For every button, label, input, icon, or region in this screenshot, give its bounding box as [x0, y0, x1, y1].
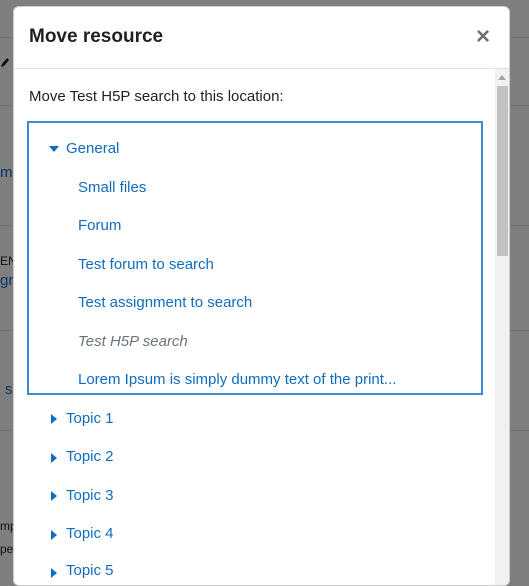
tree-section-topic-5[interactable]: Topic 5	[66, 562, 114, 579]
move-resource-dialog: Move resource × Move Test H5P search to …	[13, 6, 510, 586]
caret-right-icon[interactable]	[51, 530, 57, 540]
tree-section-topic-1[interactable]: Topic 1	[66, 410, 114, 427]
tree-item-test-assignment[interactable]: Test assignment to search	[78, 294, 252, 311]
caret-right-icon[interactable]	[51, 414, 57, 424]
tree-section-general[interactable]: General	[66, 140, 119, 157]
tree-section-topic-3[interactable]: Topic 3	[66, 487, 114, 504]
tree-item-current-resource: Test H5P search	[78, 333, 188, 350]
tree-section-topic-4[interactable]: Topic 4	[66, 525, 114, 542]
move-instruction: Move Test H5P search to this location:	[29, 88, 284, 105]
modal-title: Move resource	[29, 26, 164, 47]
caret-right-icon[interactable]	[51, 491, 57, 501]
modal-body: Move Test H5P search to this location: G…	[14, 69, 495, 585]
caret-right-icon[interactable]	[51, 453, 57, 463]
tree-item-test-forum[interactable]: Test forum to search	[78, 256, 214, 273]
caret-right-icon[interactable]	[51, 568, 57, 578]
close-button[interactable]: ×	[471, 23, 495, 51]
tree-item-forum[interactable]: Forum	[78, 217, 121, 234]
tree-item-lorem-ipsum[interactable]: Lorem Ipsum is simply dummy text of the …	[78, 371, 396, 388]
modal-header: Move resource ×	[14, 7, 509, 69]
tree-section-topic-2[interactable]: Topic 2	[66, 448, 114, 465]
modal-scrollbar[interactable]	[495, 69, 509, 585]
scroll-up-arrow-icon[interactable]	[498, 75, 506, 80]
scrollbar-thumb[interactable]	[497, 86, 508, 256]
caret-down-icon[interactable]	[49, 146, 59, 152]
tree-item-small-files[interactable]: Small files	[78, 179, 146, 196]
